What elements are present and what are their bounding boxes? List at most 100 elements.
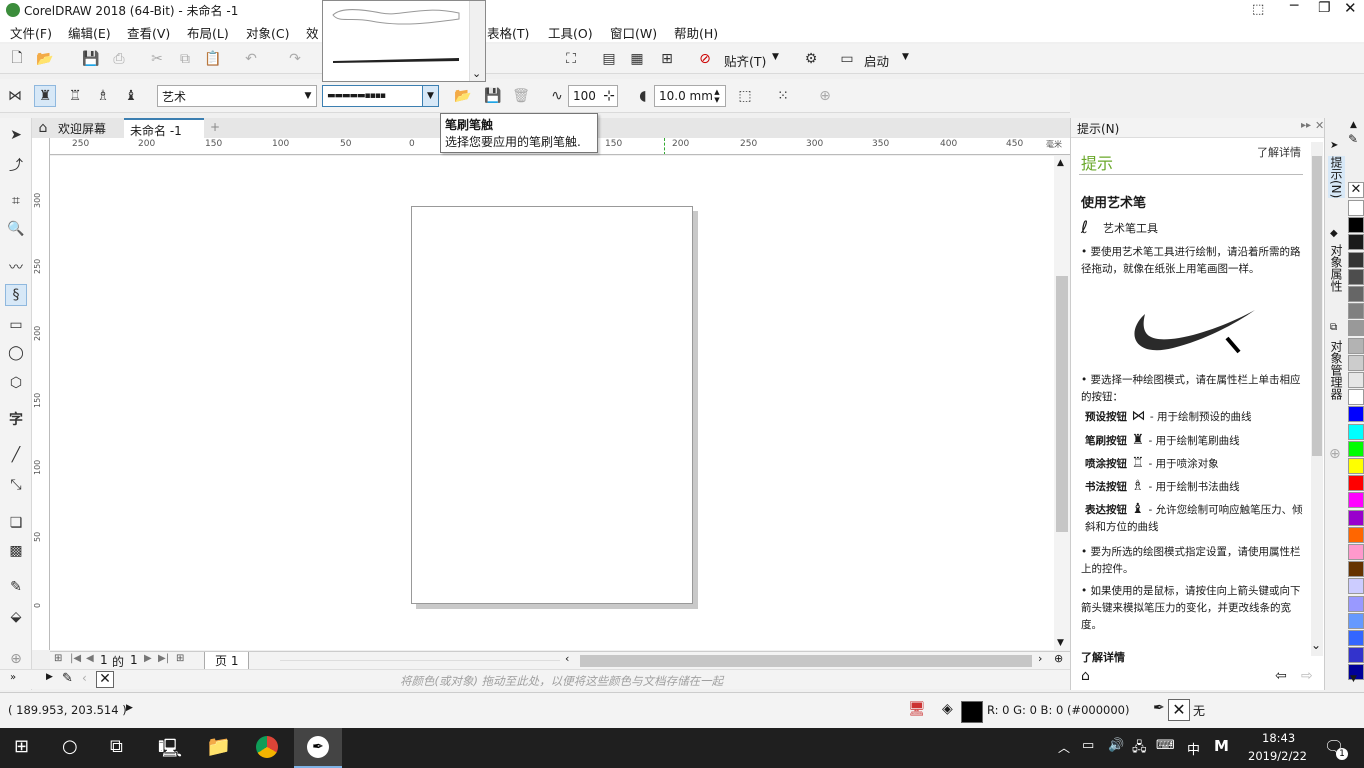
docker-scrollbar[interactable]: ⌄	[1311, 142, 1323, 656]
page-tab[interactable]: 页 1	[204, 652, 250, 670]
tab-object-properties[interactable]: 对象属性	[1328, 244, 1345, 292]
show-grid-icon[interactable]: ▦	[626, 48, 648, 70]
transparency-tool-icon[interactable]: ▩	[5, 540, 27, 562]
no-color-swatch[interactable]: ✕	[1348, 182, 1364, 198]
ellipse-tool-icon[interactable]: ◯	[5, 342, 27, 364]
color-swatch[interactable]	[1348, 492, 1364, 509]
color-swatch[interactable]	[1348, 406, 1364, 423]
color-swatch[interactable]	[1348, 509, 1364, 526]
launch-menu[interactable]: 启动	[864, 51, 889, 70]
crop-tool-icon[interactable]: ⌗	[5, 190, 27, 212]
save-stroke-icon[interactable]: 💾	[482, 85, 504, 107]
scroll-thumb[interactable]	[1056, 276, 1068, 532]
launch-app-icon[interactable]: ▭	[836, 48, 858, 70]
color-swatch[interactable]	[1348, 561, 1364, 578]
preset-mode-icon[interactable]: ⋈	[4, 85, 26, 107]
browse-folder-icon[interactable]: 📂	[452, 85, 474, 107]
tab-document[interactable]: 未命名 -1	[124, 118, 204, 138]
add-tool-icon[interactable]: ⊕	[5, 648, 27, 670]
interactive-fill-tool-icon[interactable]: ⬙	[5, 606, 27, 628]
color-swatch[interactable]	[1348, 612, 1364, 629]
outline-none-swatch[interactable]: ✕	[1168, 699, 1190, 721]
color-swatch[interactable]	[1348, 372, 1364, 388]
ime-mode-indicator[interactable]: M	[1214, 737, 1229, 755]
color-swatch[interactable]	[1348, 458, 1364, 474]
add-page-before-icon[interactable]: ⊞	[54, 653, 62, 664]
print-icon[interactable]: ⎙	[108, 48, 130, 70]
add-page-after-icon[interactable]: ⊞	[176, 653, 184, 664]
cut-icon[interactable]: ✂	[146, 48, 168, 70]
chevron-down-icon[interactable]: ⌄	[1311, 638, 1321, 652]
tab-hints[interactable]: 提示(N)	[1328, 156, 1345, 199]
battery-icon[interactable]: ▭	[1082, 738, 1094, 753]
chevron-down-icon[interactable]: ▼	[422, 86, 438, 106]
color-swatch[interactable]	[1348, 251, 1364, 268]
color-swatch[interactable]	[1348, 526, 1364, 543]
color-swatch[interactable]	[1348, 286, 1364, 302]
polygon-tool-icon[interactable]: ⬡	[5, 372, 27, 394]
node-icon[interactable]: ⁙	[772, 85, 794, 107]
ime-indicator[interactable]: 中	[1187, 739, 1200, 758]
open-folder-icon[interactable]: 📂	[34, 48, 56, 70]
color-swatch[interactable]	[1348, 389, 1364, 406]
chevron-down-icon[interactable]: ▼	[772, 52, 779, 62]
chevron-down-icon[interactable]: ▼	[300, 86, 316, 106]
bounding-box-icon[interactable]: ⬚	[734, 85, 756, 107]
scroll-up-icon[interactable]: ▲	[1057, 158, 1064, 168]
clock-time[interactable]: 18:43	[1262, 731, 1295, 745]
redo-icon[interactable]: ↷	[284, 48, 306, 70]
color-swatch[interactable]	[1348, 303, 1364, 320]
smoothing-icon[interactable]: ∿	[546, 85, 568, 107]
brush-mode-icon[interactable]: ♜	[34, 85, 56, 107]
palette-scroll-up-icon[interactable]: ▲	[1350, 120, 1357, 130]
color-swatch[interactable]	[1348, 647, 1364, 664]
undo-icon[interactable]: ↶	[240, 48, 262, 70]
brush-category-combo[interactable]: 艺术 ▼	[157, 85, 317, 107]
delete-icon[interactable]: 🗑	[510, 85, 532, 107]
dropdown-scrollbar[interactable]: ⌄	[469, 1, 485, 81]
scroll-left-icon[interactable]: ‹	[82, 671, 87, 685]
network-icon[interactable]: 🖧	[1132, 738, 1147, 760]
sprayer-mode-icon[interactable]: ♖	[64, 85, 86, 107]
brush-stroke-combo[interactable]: ▬▬▬▬▬▪▪▪▪ ▼	[322, 85, 439, 107]
color-swatch[interactable]	[1348, 337, 1364, 354]
menu-layout[interactable]: 布局(L)	[187, 23, 229, 42]
horizontal-scroll-thumb[interactable]	[580, 655, 1032, 667]
learn-more-link[interactable]: 了解详情	[1257, 146, 1303, 160]
vertical-scrollbar[interactable]: ▲ ▼	[1054, 156, 1070, 650]
first-page-icon[interactable]: |◀	[70, 653, 81, 664]
eyedropper-tool-icon[interactable]: ✎	[5, 576, 27, 598]
color-swatch[interactable]	[1348, 320, 1364, 337]
new-document-icon[interactable]: 🗋	[6, 48, 28, 70]
scroll-down-icon[interactable]: ▼	[1057, 638, 1064, 648]
snap-off-icon[interactable]: ⊘	[694, 48, 716, 70]
next-page-icon[interactable]: ▶	[144, 653, 152, 664]
shape-tool-icon[interactable]: ⤴	[5, 154, 27, 176]
palette-scroll-down-icon[interactable]: ▼	[1350, 674, 1357, 684]
spin-buttons[interactable]: ▲ ▼	[709, 86, 725, 106]
color-swatch[interactable]	[1348, 440, 1364, 457]
color-proofing-icon[interactable]: 🖥	[908, 701, 926, 717]
eyedropper-icon[interactable]: ✎	[62, 671, 73, 686]
dimension-tool-icon[interactable]: ╱	[5, 444, 27, 466]
add-docker-icon[interactable]: ⊕	[1329, 446, 1341, 462]
document-page[interactable]	[411, 206, 693, 604]
options-gear-icon[interactable]: ⚙	[800, 48, 822, 70]
home-icon[interactable]: ⌂	[32, 117, 54, 139]
freehand-tool-icon[interactable]: 〰	[5, 256, 27, 278]
stroke-width-field[interactable]: 10.0 mm ▲ ▼	[654, 85, 726, 107]
clock-date[interactable]: 2019/2/22	[1248, 749, 1307, 763]
control-panel-icon[interactable]: 🖳	[158, 736, 182, 766]
search-circle-icon[interactable]: ○	[62, 736, 78, 757]
drop-shadow-tool-icon[interactable]: ❏	[5, 512, 27, 534]
add-icon[interactable]: ⊕	[814, 85, 836, 107]
close-icon[interactable]: ✕	[1315, 119, 1324, 132]
prev-page-icon[interactable]: ◀	[86, 653, 94, 664]
minimize-button[interactable]: ─	[1290, 0, 1298, 14]
close-button[interactable]: ✕	[1344, 0, 1357, 17]
menu-file[interactable]: 文件(F)	[10, 23, 52, 42]
zoom-tool-icon[interactable]: 🔍	[5, 218, 27, 240]
expression-mode-icon[interactable]: ♝	[120, 85, 142, 107]
copy-icon[interactable]: ⧉	[174, 48, 196, 70]
snap-to-menu[interactable]: 贴齐(T)	[724, 51, 766, 70]
